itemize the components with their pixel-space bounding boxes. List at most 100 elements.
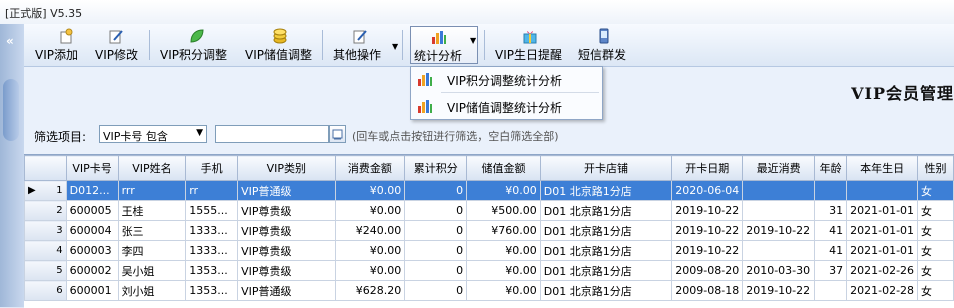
cell-mobile[interactable]: rr bbox=[185, 180, 239, 201]
column-header-issuing-store[interactable]: 开卡店铺 bbox=[539, 155, 673, 181]
row-indicator[interactable]: 6 bbox=[24, 280, 67, 301]
vip-add-button[interactable]: VIP添加 bbox=[32, 26, 82, 64]
dropdown-arrow-icon[interactable]: ▼ bbox=[470, 36, 476, 45]
filter-search-button[interactable] bbox=[329, 125, 346, 143]
cell-last-purchase[interactable]: 2019-10-22 bbox=[742, 220, 816, 241]
cell-store[interactable]: D01 北京路1分店 bbox=[539, 200, 673, 221]
column-header-vip-category[interactable]: VIP类别 bbox=[237, 155, 336, 181]
cell-points[interactable]: 0 bbox=[404, 260, 468, 281]
row-indicator[interactable]: 2 bbox=[24, 200, 67, 221]
cell-category[interactable]: VIP尊贵级 bbox=[237, 220, 336, 241]
cell-gender[interactable]: 女 bbox=[917, 260, 954, 281]
cell-card-no[interactable]: 600001 bbox=[65, 280, 119, 301]
cell-points[interactable]: 0 bbox=[404, 240, 468, 261]
column-header-mobile[interactable]: 手机 bbox=[185, 155, 239, 181]
double-chevron-left-icon[interactable]: « bbox=[6, 34, 14, 48]
cell-card-no[interactable]: 600002 bbox=[65, 260, 119, 281]
row-indicator[interactable]: 3 bbox=[24, 220, 67, 241]
cell-stored-value[interactable]: ¥0.00 bbox=[466, 280, 541, 301]
column-header-total-points[interactable]: 累计积分 bbox=[404, 155, 468, 181]
cell-birthday[interactable]: 2021-02-28 bbox=[846, 280, 919, 301]
vip-birthday-reminder-button[interactable]: VIP生日提醒 bbox=[492, 26, 566, 64]
cell-birthday[interactable]: 2021-01-01 bbox=[846, 200, 919, 221]
cell-name[interactable]: rrr bbox=[117, 180, 187, 201]
cell-age[interactable]: 41 bbox=[814, 240, 848, 261]
cell-mobile[interactable]: 1353... bbox=[185, 280, 239, 301]
cell-open-date[interactable]: 2009-08-18 bbox=[671, 280, 744, 301]
cell-spend[interactable]: ¥240.00 bbox=[334, 220, 406, 241]
cell-name[interactable]: 吴小姐 bbox=[117, 260, 187, 281]
filter-field-select[interactable]: VIP卡号 包含 ▼ bbox=[99, 125, 207, 143]
cell-card-no[interactable]: D012... bbox=[65, 180, 119, 201]
cell-birthday[interactable]: 2021-01-01 bbox=[846, 220, 919, 241]
menu-item-points-adjust-stats[interactable]: VIP积分调整统计分析 bbox=[411, 67, 602, 91]
cell-open-date[interactable]: 2020-06-04 bbox=[671, 180, 744, 201]
statistics-analysis-button[interactable]: 统计分析 ▼ bbox=[410, 26, 478, 64]
cell-stored-value[interactable]: ¥500.00 bbox=[466, 200, 541, 221]
cell-gender[interactable]: 女 bbox=[917, 220, 954, 241]
cell-last-purchase[interactable] bbox=[742, 180, 816, 201]
cell-spend[interactable]: ¥628.20 bbox=[334, 280, 406, 301]
cell-gender[interactable]: 女 bbox=[917, 240, 954, 261]
cell-card-no[interactable]: 600003 bbox=[65, 240, 119, 261]
cell-stored-value[interactable]: ¥0.00 bbox=[466, 180, 541, 201]
other-operations-button[interactable]: 其他操作 ▼ bbox=[330, 26, 398, 64]
column-header-birthday-this-year[interactable]: 本年生日 bbox=[846, 155, 919, 181]
cell-age[interactable] bbox=[814, 180, 848, 201]
cell-birthday[interactable]: 2021-02-26 bbox=[846, 260, 919, 281]
cell-age[interactable] bbox=[814, 280, 848, 301]
cell-points[interactable]: 0 bbox=[404, 280, 468, 301]
cell-mobile[interactable]: 1333... bbox=[185, 240, 239, 261]
cell-points[interactable]: 0 bbox=[404, 220, 468, 241]
cell-card-no[interactable]: 600005 bbox=[65, 200, 119, 221]
cell-points[interactable]: 0 bbox=[404, 200, 468, 221]
cell-age[interactable]: 41 bbox=[814, 220, 848, 241]
table-row[interactable]: 6 600001 刘小姐 1353... VIP普通级 ¥628.20 0 ¥0… bbox=[24, 280, 954, 301]
cell-gender[interactable]: 女 bbox=[917, 180, 954, 201]
cell-store[interactable]: D01 北京路1分店 bbox=[539, 240, 673, 261]
cell-birthday[interactable] bbox=[846, 180, 919, 201]
cell-open-date[interactable]: 2009-08-20 bbox=[671, 260, 744, 281]
cell-store[interactable]: D01 北京路1分店 bbox=[539, 220, 673, 241]
vip-points-adjust-button[interactable]: VIP积分调整 bbox=[159, 26, 233, 64]
cell-name[interactable]: 王桂 bbox=[117, 200, 187, 221]
row-indicator[interactable]: 5 bbox=[24, 260, 67, 281]
table-row-selected[interactable]: ▶ 1 D012... rrr rr VIP普通级 ¥0.00 0 ¥0.00 D… bbox=[24, 180, 954, 201]
column-header-age[interactable]: 年龄 bbox=[814, 155, 848, 181]
column-header-spend-amount[interactable]: 消费金额 bbox=[334, 155, 406, 181]
row-indicator[interactable]: 4 bbox=[24, 240, 67, 261]
cell-age[interactable]: 37 bbox=[814, 260, 848, 281]
column-header-open-date[interactable]: 开卡日期 bbox=[671, 155, 744, 181]
cell-store[interactable]: D01 北京路1分店 bbox=[539, 180, 673, 201]
cell-gender[interactable]: 女 bbox=[917, 200, 954, 221]
cell-age[interactable]: 31 bbox=[814, 200, 848, 221]
cell-mobile[interactable]: 1353... bbox=[185, 260, 239, 281]
cell-spend[interactable]: ¥0.00 bbox=[334, 200, 406, 221]
table-row[interactable]: 2 600005 王桂 1555... VIP尊贵级 ¥0.00 0 ¥500.… bbox=[24, 200, 954, 221]
filter-text-input[interactable] bbox=[215, 125, 329, 143]
row-indicator[interactable]: ▶ 1 bbox=[24, 180, 67, 201]
cell-last-purchase[interactable]: 2019-10-22 bbox=[742, 280, 816, 301]
cell-stored-value[interactable]: ¥0.00 bbox=[466, 240, 541, 261]
cell-mobile[interactable]: 1333... bbox=[185, 220, 239, 241]
cell-stored-value[interactable]: ¥760.00 bbox=[466, 220, 541, 241]
table-row[interactable]: 4 600003 李四 1333... VIP尊贵级 ¥0.00 0 ¥0.00… bbox=[24, 240, 954, 261]
cell-name[interactable]: 刘小姐 bbox=[117, 280, 187, 301]
cell-store[interactable]: D01 北京路1分店 bbox=[539, 260, 673, 281]
cell-category[interactable]: VIP普通级 bbox=[237, 180, 336, 201]
cell-gender[interactable]: 女 bbox=[917, 280, 954, 301]
cell-birthday[interactable]: 2021-01-01 bbox=[846, 240, 919, 261]
column-header-last-purchase[interactable]: 最近消费 bbox=[742, 155, 816, 181]
cell-points[interactable]: 0 bbox=[404, 180, 468, 201]
cell-category[interactable]: VIP尊贵级 bbox=[237, 240, 336, 261]
sms-broadcast-button[interactable]: 短信群发 bbox=[574, 26, 634, 64]
dropdown-arrow-icon[interactable]: ▼ bbox=[392, 42, 398, 51]
cell-store[interactable]: D01 北京路1分店 bbox=[539, 280, 673, 301]
table-row[interactable]: 5 600002 吴小姐 1353... VIP尊贵级 ¥0.00 0 ¥0.0… bbox=[24, 260, 954, 281]
cell-mobile[interactable]: 1555... bbox=[185, 200, 239, 221]
vip-stored-value-adjust-button[interactable]: VIP储值调整 bbox=[242, 26, 316, 64]
cell-open-date[interactable]: 2019-10-22 bbox=[671, 240, 744, 261]
cell-last-purchase[interactable]: 2010-03-30 bbox=[742, 260, 816, 281]
menu-item-stored-value-adjust-stats[interactable]: VIP储值调整统计分析 bbox=[411, 94, 602, 118]
cell-card-no[interactable]: 600004 bbox=[65, 220, 119, 241]
